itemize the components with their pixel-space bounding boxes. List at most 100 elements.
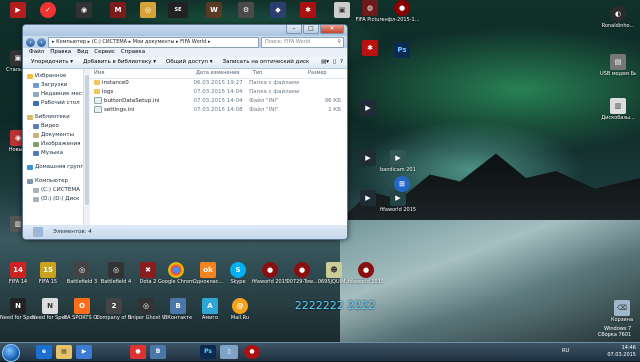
preview-pane-icon[interactable]: ▯ [333,57,336,68]
desktop-icon-3[interactable]: ◉ [66,2,102,18]
desktop-icon-ronaldinho[interactable]: ◐ Ronaldinho... [600,6,636,29]
desktop-icon-sniper-elite[interactable]: SE [160,2,196,18]
desktop-icon-00729[interactable]: ● 00729-Tow... [284,262,320,285]
share-button[interactable]: Общий доступ ▾ [166,57,213,68]
language-indicator[interactable]: RU [562,348,569,354]
desktop-icon-10[interactable]: ✱ [290,2,326,18]
folder-icon [94,80,100,85]
desktop-icon-8[interactable]: ⚙ [228,2,264,18]
desktop-icon-vkontakte[interactable]: В ВКонтакте [160,298,196,321]
menu-tools[interactable]: Сервис [94,48,115,57]
nav-libraries[interactable]: Библиотеки [27,113,89,122]
nav-scroll-thumb[interactable] [85,75,89,205]
nav-favorites[interactable]: Избранное [27,72,89,81]
desktop-icon-chrome[interactable]: Google Chrome [158,262,194,285]
nav-downloads[interactable]: Загрузки [27,81,89,90]
nav-images[interactable]: Изображения [27,140,89,149]
desktop-icon-watermark: 2222222 2222 [294,299,376,312]
search-input[interactable]: Поиск: FIFA World ⚲ [261,36,344,48]
drive-icon [33,197,39,202]
taskbar-record-icon[interactable]: ● [244,345,260,359]
desktop-icon-video-1[interactable]: ▶ [350,100,386,116]
star-icon [27,74,33,79]
burn-button[interactable]: Записать на оптический диск [223,57,310,68]
desktop-icon-nfl[interactable]: ● нфл-2015-1... [384,0,420,23]
nav-desktop[interactable]: Рабочий стол [27,99,89,108]
window-titlebar[interactable]: – □ ✕ [23,25,347,36]
desktop-icon-fifaworld-0309[interactable]: ●fifaworld 2015-03-09 [348,262,384,285]
desktop-icon-fifaworld-0218[interactable]: ●fifaworld 2015-02-18 [252,262,288,285]
taskbar-explorer-window[interactable]: ▯ [220,345,238,359]
maximize-button[interactable]: □ [303,25,319,34]
file-row[interactable]: settings.ini 07.03.2015 14:08 Файл "INI"… [90,106,347,115]
desktop-icon-usb-modem[interactable]: ▤USB модем Билайн [600,54,636,77]
desktop-icon-windows[interactable]: ⊞ [384,176,420,192]
close-button[interactable]: ✕ [320,25,344,34]
nav-drive-d[interactable]: (D:) (D:) Диск [27,195,89,204]
organize-button[interactable]: Упорядочить ▾ [31,57,73,68]
help-icon[interactable]: ? [340,57,343,68]
desktop-icon-video-3[interactable]: ▶ [350,190,386,206]
file-row[interactable]: buttonDataSetup.ini 07.03.2015 14:04 Фай… [90,97,347,106]
column-name[interactable]: Имя [90,69,192,78]
nav-scrollbar[interactable] [83,69,90,225]
desktop-icon-world-tanks[interactable]: W [196,2,232,18]
drive-icon [33,188,39,193]
taskbar-media-icon[interactable]: ▶ [76,345,92,359]
desktop-icon-fifa15[interactable]: 15 FIFA 15 [30,262,66,285]
desktop-icon-2[interactable]: ✓ [30,2,66,18]
start-button[interactable] [2,344,20,362]
nav-homegroup[interactable]: Домашняя группа [27,163,89,172]
column-modified[interactable]: Дата изменения [192,69,249,78]
search-placeholder: Поиск: FIFA World [265,38,311,45]
column-type[interactable]: Тип [249,69,304,78]
downloads-icon [33,83,39,88]
taskbar-chrome-icon[interactable]: ● [130,345,146,359]
desktop-icon-battlefield3[interactable]: ◎ Battlefield 3 [64,262,100,285]
column-size[interactable]: Размер [304,69,347,78]
address-bar[interactable]: ▸ Компьютер ▸ (C:) СИСТЕМА ▸ Мои докумен… [48,36,259,48]
clock[interactable]: 14:46 07.03.2015 [607,343,636,361]
nav-drive-c[interactable]: (C:) СИСТЕМА [27,186,89,195]
nav-video[interactable]: Видео [27,122,89,131]
desktop-icon-0695[interactable]: ☻ 0695JQUIM... [316,262,352,285]
address-row: ‹ › ▸ Компьютер ▸ (C:) СИСТЕМА ▸ Мои док… [23,36,347,48]
nav-music[interactable]: Музыка [27,149,89,158]
ini-file-icon [94,106,102,113]
forward-button[interactable]: › [37,37,46,47]
desktop-icon-ea-origin[interactable]: OEA SPORTS Origin [64,298,100,321]
recycle-bin-icon[interactable]: ⌫ Корзина [604,300,640,323]
file-row[interactable]: instance0 06.03.2015 19:27 Папка с файла… [90,79,347,88]
desktop-icon-skype[interactable]: S Skype [220,262,256,285]
menu-bar: Файл Правка Вид Сервис Справка [23,48,347,57]
nav-documents[interactable]: Документы [27,131,89,140]
desktop-icon-nfs-hot[interactable]: NNeed for Speed Hot... [0,298,36,321]
taskbar-ie-icon[interactable]: e [36,345,52,359]
menu-file[interactable]: Файл [29,48,44,57]
desktop-icon-sniper-ghost[interactable]: ◎Sniper Ghost Warrior [128,298,164,321]
taskbar-photoshop-icon[interactable]: Ps [200,345,216,359]
nav-computer[interactable]: Компьютер [27,177,89,186]
taskbar-vk-icon[interactable]: В [150,345,166,359]
navigation-pane: Избранное Загрузки Недавние места Рабочи… [23,69,90,225]
nav-recent[interactable]: Недавние места [27,90,89,99]
desktop-icon-battlefield4[interactable]: ◎ Battlefield 4 [98,262,134,285]
minimize-button[interactable]: – [286,25,302,34]
folder-icon [33,227,43,237]
desktop-icon-discobases[interactable]: ▥ Дискобазы... [600,98,636,121]
video-icon [33,124,39,129]
desktop-icon-coh2[interactable]: 2Company of Heroes 2 [96,298,132,321]
file-row[interactable]: logs 07.03.2015 14:04 Папка с файлами [90,88,347,97]
desktop-icon-fifa-picture[interactable]: ◍ FIFA Picture [352,0,388,23]
desktop-icon-nfs-most[interactable]: NNeed for Speed Most... [32,298,68,321]
desktop-icon-video-2[interactable]: ▶ [350,150,386,166]
back-button[interactable]: ‹ [26,37,35,47]
add-to-library-button[interactable]: Добавить в библиотеку ▾ [83,57,156,68]
desktop-icon-red-app[interactable]: ✱ [352,40,388,56]
menu-help[interactable]: Справка [121,48,145,57]
menu-view[interactable]: Вид [77,48,88,57]
view-options-icon[interactable]: ▤▾ [321,57,329,68]
menu-edit[interactable]: Правка [50,48,71,57]
desktop-icon-photoshop[interactable]: Ps [384,42,420,58]
taskbar-explorer-icon[interactable]: ▤ [56,345,72,359]
